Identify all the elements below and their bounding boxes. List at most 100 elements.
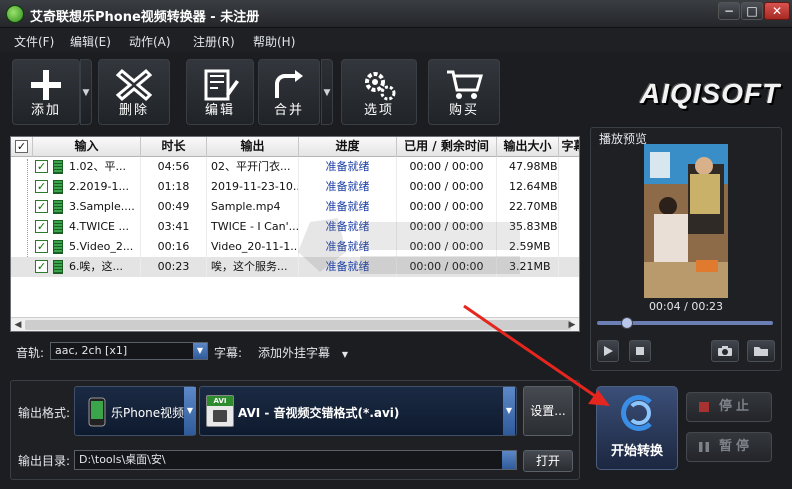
preview-video-frame [644, 144, 728, 298]
menu-help[interactable]: 帮助(H) [253, 33, 295, 50]
select-all-checkbox[interactable]: ✓ [15, 140, 28, 153]
output-dir-value: D:\tools\桌面\安\ [79, 453, 166, 466]
row-output[interactable]: 2019-11-23-10... [207, 177, 299, 197]
row-input: 3.Sample.... [69, 197, 141, 217]
phone-icon [88, 397, 106, 427]
merge-button[interactable]: 合并 [258, 59, 320, 125]
header-output[interactable]: 输出 [207, 137, 299, 157]
header-subtitle[interactable]: 字幕 [559, 137, 579, 157]
header-time[interactable]: 已用 / 剩余时间 [397, 137, 497, 157]
camera-icon [718, 346, 732, 356]
pause-button[interactable]: 暂停 [686, 432, 772, 462]
horizontal-scrollbar[interactable]: ◀ ▶ [11, 317, 579, 331]
row-checkbox[interactable]: ✓ [35, 260, 48, 273]
row-input: 5.Video_2... [69, 237, 141, 257]
app-icon [6, 5, 24, 23]
open-dir-button[interactable]: 打开 [523, 450, 573, 472]
table-row[interactable]: ✓ 4.TWICE ... 03:41 TWICE - I Can'... 准备… [11, 217, 579, 237]
dir-browse-handle[interactable] [502, 451, 516, 469]
row-progress: 准备就绪 [299, 197, 397, 217]
chevron-down-icon[interactable]: ▼ [193, 343, 207, 359]
row-time: 00:00 / 00:00 [397, 157, 497, 177]
menu-edit[interactable]: 编辑(E) [70, 33, 111, 50]
file-list[interactable]: ✓ 输入 时长 输出 进度 已用 / 剩余时间 输出大小 字幕 ✓ 1.02、平… [10, 136, 580, 332]
row-checkbox[interactable]: ✓ [35, 160, 48, 173]
row-checkbox[interactable]: ✓ [35, 180, 48, 193]
options-label: 选项 [363, 103, 394, 118]
snapshot-button[interactable] [711, 340, 739, 362]
stop-button[interactable]: 停止 [686, 392, 772, 422]
header-size[interactable]: 输出大小 [497, 137, 559, 157]
row-input: 4.TWICE ... [69, 217, 141, 237]
format-dropdown-arrow[interactable]: ▼ [503, 387, 515, 435]
merge-dropdown-arrow[interactable]: ▼ [321, 59, 333, 125]
maximize-button[interactable]: □ [741, 2, 763, 20]
audio-track-value: aac, 2ch [x1] [55, 344, 128, 357]
close-button[interactable]: ✕ [764, 2, 790, 20]
table-row[interactable]: ✓ 3.Sample.... 00:49 Sample.mp4 准备就绪 00:… [11, 197, 579, 217]
minimize-button[interactable]: − [718, 2, 740, 20]
title-bar: 艾奇联想乐Phone视频转换器 - 未注册 − □ ✕ [0, 0, 792, 28]
menu-file[interactable]: 文件(F) [14, 33, 54, 50]
open-folder-button[interactable] [747, 340, 775, 362]
avi-badge: AVI [207, 396, 233, 406]
delete-button[interactable]: 删除 [98, 59, 170, 125]
row-output[interactable]: TWICE - I Can'... [207, 217, 299, 237]
output-dir-field[interactable]: D:\tools\桌面\安\ [74, 450, 517, 470]
header-input[interactable]: 输入 [33, 137, 141, 157]
delete-label: 删除 [118, 103, 149, 118]
subtitle-select[interactable]: 添加外挂字幕 ▼ [258, 344, 348, 361]
header-select-all[interactable]: ✓ [11, 137, 33, 157]
folder-icon [754, 347, 768, 356]
table-row[interactable]: ✓ 5.Video_2... 00:16 Video_20-11-1... 准备… [11, 237, 579, 257]
row-checkbox[interactable]: ✓ [35, 220, 48, 233]
header-duration[interactable]: 时长 [141, 137, 207, 157]
menu-action[interactable]: 动作(A) [129, 33, 171, 50]
table-row[interactable]: ✓ 1.02、平... 04:56 02、平开门衣... 准备就绪 00:00 … [11, 157, 579, 177]
add-button[interactable]: 添加 [12, 59, 80, 125]
row-checkbox[interactable]: ✓ [35, 240, 48, 253]
row-output[interactable]: Video_20-11-1... [207, 237, 299, 257]
settings-button[interactable]: 设置... [523, 386, 573, 436]
header-progress[interactable]: 进度 [299, 137, 397, 157]
row-checkbox[interactable]: ✓ [35, 200, 48, 213]
scroll-thumb[interactable] [25, 320, 571, 330]
table-row[interactable]: ✓ 2.2019-1... 01:18 2019-11-23-10... 准备就… [11, 177, 579, 197]
row-time: 00:00 / 00:00 [397, 177, 497, 197]
play-button[interactable] [597, 340, 619, 362]
row-duration: 04:56 [141, 157, 207, 177]
stop-icon [636, 347, 644, 355]
row-output[interactable]: Sample.mp4 [207, 197, 299, 217]
scroll-left-icon[interactable]: ◀ [11, 318, 25, 331]
device-dropdown-arrow[interactable]: ▼ [184, 387, 196, 435]
toolbar: 添加 ▼ 删除 编辑 合并 ▼ 选项 购买 AIQISOFT [0, 52, 792, 132]
options-button[interactable]: 选项 [341, 59, 417, 125]
row-progress: 准备就绪 [299, 157, 397, 177]
stop-label: 停止 [718, 399, 753, 414]
edit-button[interactable]: 编辑 [186, 59, 254, 125]
scroll-right-icon[interactable]: ▶ [565, 318, 579, 331]
row-progress: 准备就绪 [299, 237, 397, 257]
add-dropdown-arrow[interactable]: ▼ [80, 59, 92, 125]
pause-label: 暂停 [718, 439, 753, 454]
row-progress: 准备就绪 [299, 177, 397, 197]
chevron-down-icon: ▼ [341, 350, 348, 359]
row-duration: 00:23 [141, 257, 207, 277]
film-edit-icon [200, 68, 240, 102]
row-output[interactable]: 唉，这个服务... [207, 257, 299, 277]
stop-preview-button[interactable] [629, 340, 651, 362]
start-convert-button[interactable]: 开始转换 [596, 386, 678, 470]
row-duration: 00:49 [141, 197, 207, 217]
audio-track-select[interactable]: aac, 2ch [x1] ▼ [50, 342, 208, 360]
gear-icon [359, 68, 399, 102]
video-file-icon [53, 160, 63, 174]
buy-button[interactable]: 购买 [428, 59, 500, 125]
menu-register[interactable]: 注册(R) [193, 33, 235, 50]
merge-arrow-icon [269, 68, 309, 102]
format-value: AVI - 音视频交错格式(*.avi) [238, 406, 400, 420]
row-time: 00:00 / 00:00 [397, 257, 497, 277]
row-output[interactable]: 02、平开门衣... [207, 157, 299, 177]
table-row-selected[interactable]: ✓ 6.唉，这... 00:23 唉，这个服务... 准备就绪 00:00 / … [11, 257, 579, 277]
video-file-icon [53, 180, 63, 194]
seek-knob[interactable] [620, 317, 633, 329]
